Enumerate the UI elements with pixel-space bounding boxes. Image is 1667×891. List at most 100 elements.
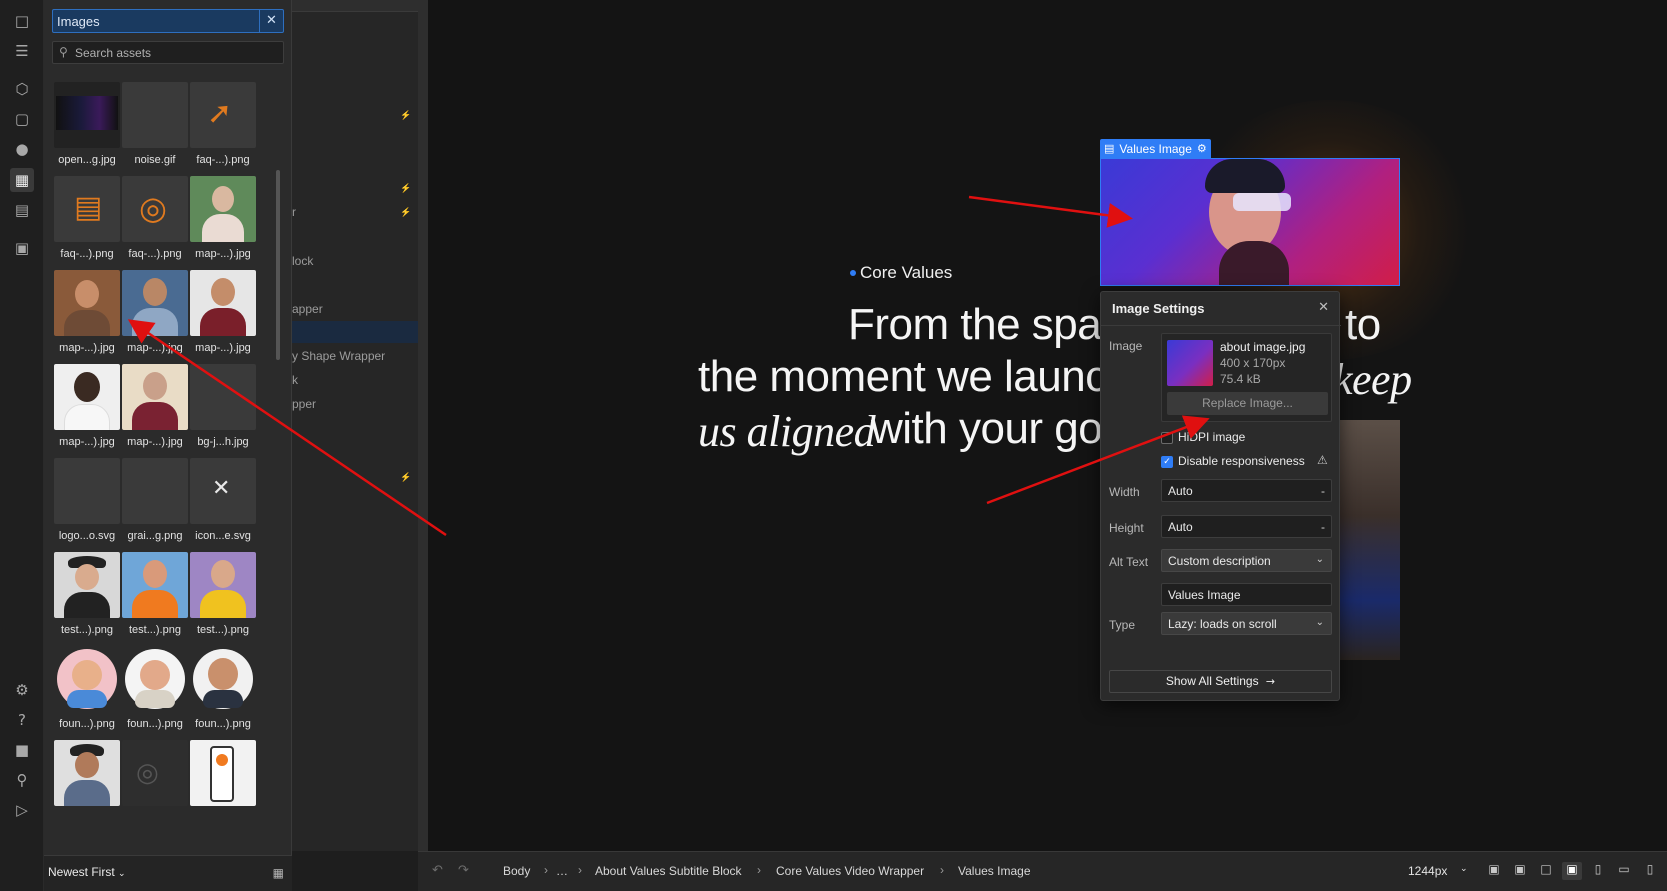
headline-line-1[interactable]: From the spa (848, 300, 1102, 350)
apps-icon[interactable]: ▣ (10, 236, 34, 260)
search-assets-input[interactable]: ⚲ Search assets (52, 41, 284, 64)
breadcrumb-values-image[interactable]: Values Image (958, 864, 1031, 878)
asset-item[interactable]: map-...).jpg (190, 176, 256, 271)
breakpoint-width[interactable]: 1244px (1408, 864, 1447, 878)
variables-icon[interactable]: ● (10, 137, 34, 161)
navigator-selected-row[interactable] (292, 321, 418, 343)
hidpi-checkbox[interactable] (1161, 432, 1173, 444)
asset-name: foun...).png (195, 718, 251, 730)
height-input[interactable]: Auto - (1161, 515, 1332, 538)
desktop-large-icon[interactable]: ▣ (1484, 862, 1504, 880)
warning-icon[interactable]: ⚠ (1317, 453, 1328, 467)
asset-item[interactable]: ◎ (122, 740, 188, 835)
close-icon[interactable]: ✕ (259, 10, 283, 32)
asset-item[interactable]: map-...).jpg (122, 270, 188, 365)
asset-item[interactable]: logo...o.svg (54, 458, 120, 553)
asset-item[interactable]: test...).png (190, 552, 256, 647)
video-icon[interactable]: ▷ (10, 798, 34, 822)
search-placeholder: Search assets (75, 46, 152, 60)
headline-line-2[interactable]: the moment we launc (698, 352, 1107, 402)
breadcrumb-body[interactable]: Body (503, 864, 530, 878)
assets-icon[interactable]: ▦ (10, 168, 34, 192)
height-unit[interactable]: - (1321, 520, 1325, 534)
asset-item[interactable]: test...).png (122, 552, 188, 647)
asset-item[interactable]: bg-j...h.jpg (190, 364, 256, 459)
grid-view-icon[interactable]: ▦ (273, 866, 284, 880)
show-all-settings-button[interactable]: Show All Settings → (1109, 670, 1332, 693)
asset-item[interactable] (190, 740, 256, 835)
settings-icon[interactable]: ⚙ (10, 678, 34, 702)
laptop-icon[interactable]: □ (1536, 862, 1556, 880)
asset-name: logo...o.svg (58, 530, 116, 542)
asset-item[interactable]: ✕ icon...e.svg (190, 458, 256, 553)
disable-responsiveness-checkbox[interactable]: ✓ (1161, 456, 1173, 468)
asset-item[interactable]: ◎ faq-...).png (122, 176, 188, 271)
eyebrow-text: Core Values (860, 263, 953, 282)
mobile-portrait-icon[interactable]: ▯ (1640, 862, 1660, 880)
components-icon[interactable]: ⬡ (10, 77, 34, 101)
values-image[interactable] (1100, 158, 1400, 286)
asset-item[interactable]: foun...).png (54, 646, 120, 741)
chevron-down-icon[interactable]: ⌄ (1460, 864, 1468, 874)
asset-item[interactable]: noise.gif (122, 82, 188, 177)
asset-thumbnail: ✕ (190, 458, 256, 524)
navigator-row[interactable]: pper (292, 397, 316, 411)
asset-item[interactable]: foun...).png (190, 646, 256, 741)
breadcrumb-ellipsis[interactable]: … (556, 864, 568, 878)
asset-item[interactable]: open...g.jpg (54, 82, 120, 177)
close-icon[interactable]: ✕ (1318, 300, 1329, 315)
cms-icon[interactable]: ▤ (10, 198, 34, 222)
panel-divider[interactable] (418, 0, 428, 851)
asset-name: icon...e.svg (195, 530, 251, 542)
navigator-row[interactable]: k (292, 373, 298, 387)
asset-item[interactable]: grai...g.png (122, 458, 188, 553)
headline-line-3-italic[interactable]: us aligned (698, 406, 876, 457)
asset-item[interactable]: ▤ faq-...).png (54, 176, 120, 271)
selected-element-tag[interactable]: ▤ Values Image ⚙ (1100, 139, 1211, 158)
sort-dropdown[interactable]: Newest First ⌄ (48, 865, 126, 879)
headline-line-1-end[interactable]: to (1345, 300, 1381, 350)
asset-item[interactable]: map-...).jpg (122, 364, 188, 459)
breadcrumb-subtitle-block[interactable]: About Values Subtitle Block (595, 864, 742, 878)
width-input[interactable]: Auto - (1161, 479, 1332, 502)
redo-icon[interactable]: ↷ (458, 863, 469, 878)
help-icon[interactable]: ? (10, 708, 34, 732)
mobile-landscape-icon[interactable]: ▭ (1614, 862, 1634, 880)
asset-item[interactable]: ➚ faq-...).png (190, 82, 256, 177)
image-label: Image (1109, 339, 1143, 353)
navigator-row[interactable]: apper (292, 302, 323, 316)
headline-line-3[interactable]: with your go (871, 404, 1103, 454)
desktop-icon[interactable]: ▣ (1510, 862, 1530, 880)
navigator-row[interactable]: r (292, 205, 296, 219)
chevron-right-icon: › (578, 863, 582, 877)
width-unit[interactable]: - (1321, 484, 1325, 498)
assets-scrollbar[interactable] (276, 170, 280, 360)
values-video-image[interactable] (1340, 420, 1400, 660)
gear-icon[interactable]: ⚙ (1197, 142, 1207, 155)
asset-item[interactable] (54, 740, 120, 835)
eyebrow-label[interactable]: Core Values (850, 263, 952, 283)
tablet-base-icon[interactable]: ▣ (1562, 862, 1582, 880)
asset-item[interactable]: map-...).jpg (54, 270, 120, 365)
pages-icon[interactable]: □ (10, 9, 34, 33)
navigator-row[interactable]: lock (292, 254, 313, 268)
breadcrumb-video-wrapper[interactable]: Core Values Video Wrapper (776, 864, 924, 878)
undo-icon[interactable]: ↶ (432, 863, 443, 878)
asset-item[interactable]: test...).png (54, 552, 120, 647)
replace-image-button[interactable]: Replace Image... (1167, 392, 1328, 415)
navigator-icon[interactable]: ☰ (10, 39, 34, 63)
asset-item[interactable]: map-...).jpg (54, 364, 120, 459)
styles-icon[interactable]: ▢ (10, 107, 34, 131)
alt-text-input[interactable]: Values Image (1161, 583, 1332, 606)
asset-item[interactable]: foun...).png (122, 646, 188, 741)
search-icon[interactable]: ⚲ (10, 768, 34, 792)
alt-text-mode-select[interactable]: Custom description ⌄ (1161, 549, 1332, 572)
tablet-icon[interactable]: ▯ (1588, 862, 1608, 880)
lightning-icon: ⚡ (400, 183, 412, 193)
headline-line-2-italic[interactable]: keep (1333, 354, 1412, 405)
assets-title-field[interactable]: Images ✕ (52, 9, 284, 33)
navigator-row[interactable]: y Shape Wrapper (292, 349, 385, 363)
stop-icon[interactable]: ■ (10, 738, 34, 762)
asset-item[interactable]: map-...).jpg (190, 270, 256, 365)
loading-type-select[interactable]: Lazy: loads on scroll ⌄ (1161, 612, 1332, 635)
